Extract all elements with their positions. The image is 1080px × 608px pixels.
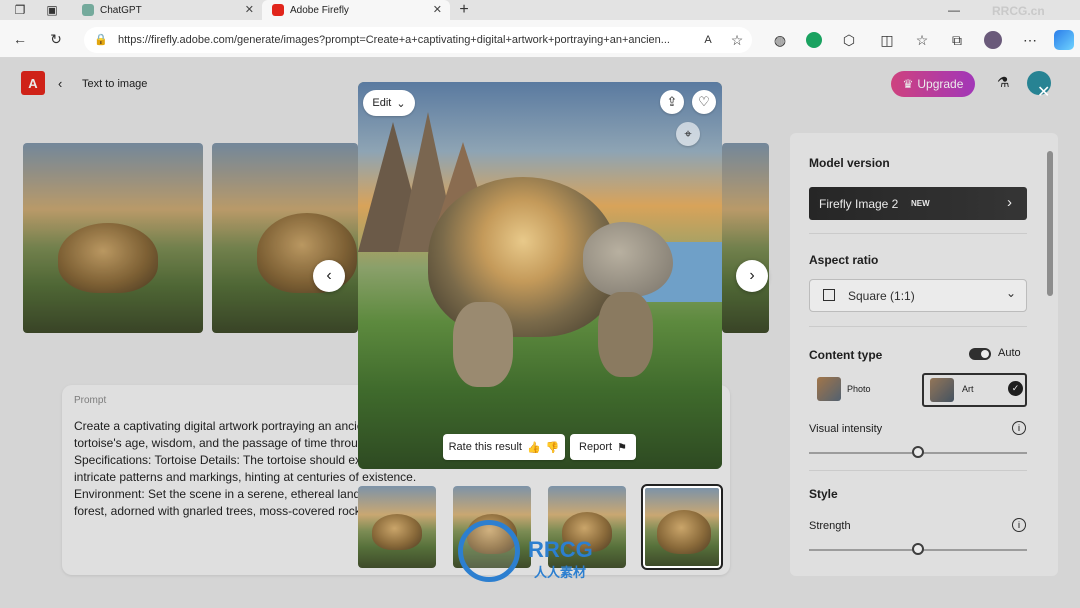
- thumbs-down-icon[interactable]: 👎: [546, 441, 560, 454]
- tab-bar: ❐ ▣ ChatGPT ✕ Adobe Firefly ✕ + — RRCG.c…: [0, 0, 1080, 20]
- tab-adobe-firefly[interactable]: Adobe Firefly ✕: [262, 0, 450, 20]
- share-icon[interactable]: ⇪: [660, 90, 684, 114]
- back-icon[interactable]: ←: [10, 29, 30, 49]
- heart-icon[interactable]: ♡: [692, 90, 716, 114]
- more-menu-icon[interactable]: ⋯: [1020, 30, 1040, 50]
- image-preview-modal: Edit ⌄ ⇪ ♡ ⌖ Rate this result 👍 👎 Report…: [358, 82, 722, 469]
- globe-icon[interactable]: ◍: [770, 30, 790, 50]
- workspaces-icon[interactable]: ❐: [10, 0, 30, 20]
- new-tab-icon[interactable]: +: [454, 0, 474, 20]
- chatgpt-icon: [82, 4, 94, 16]
- watermark-sub: 人人素材: [534, 565, 587, 580]
- watermark-logo-icon: [458, 520, 520, 582]
- edit-label: Edit: [372, 97, 392, 109]
- favorites-icon[interactable]: ☆: [912, 30, 932, 50]
- report-button[interactable]: Report ⚑: [570, 434, 636, 460]
- close-tab-icon[interactable]: ✕: [245, 3, 254, 16]
- favorite-star-icon[interactable]: ☆: [727, 30, 747, 50]
- url-text: https://firefly.adobe.com/generate/image…: [118, 34, 670, 46]
- chevron-down-icon: ⌄: [396, 97, 406, 110]
- thumbs-up-icon[interactable]: 👍: [527, 441, 541, 454]
- adobe-icon: [272, 4, 284, 16]
- lock-icon[interactable]: 🔒: [94, 33, 108, 46]
- close-modal-icon[interactable]: ✕: [1037, 82, 1050, 102]
- next-image-button[interactable]: ›: [736, 260, 768, 292]
- flag-icon: ⚑: [617, 441, 627, 454]
- read-aloud-icon[interactable]: A: [698, 30, 718, 50]
- watermark-brand: RRCG: [528, 537, 593, 562]
- generated-image[interactable]: [358, 82, 722, 469]
- extensions-icon[interactable]: ⬡: [839, 30, 859, 50]
- scan-icon[interactable]: ⌖: [676, 122, 700, 146]
- previous-image-button[interactable]: ‹: [313, 260, 345, 292]
- report-label: Report: [579, 441, 613, 453]
- tab-chatgpt[interactable]: ChatGPT ✕: [72, 0, 262, 20]
- variation-thumbnail-selected[interactable]: [641, 484, 723, 570]
- collections-icon[interactable]: ⧉: [947, 30, 967, 50]
- edit-button[interactable]: Edit ⌄: [363, 90, 415, 116]
- extension-green-icon[interactable]: [806, 32, 822, 48]
- refresh-icon[interactable]: ↻: [46, 29, 66, 49]
- url-field[interactable]: 🔒 https://firefly.adobe.com/generate/ima…: [84, 27, 752, 53]
- minimize-icon[interactable]: —: [944, 0, 964, 20]
- profile-avatar[interactable]: [984, 31, 1002, 49]
- rate-label: Rate this result: [448, 441, 522, 453]
- tab-actions-icon[interactable]: ▣: [42, 0, 62, 20]
- tab-label: Adobe Firefly: [290, 4, 349, 16]
- tab-label: ChatGPT: [100, 4, 142, 16]
- variation-thumbnail[interactable]: [358, 486, 436, 568]
- close-tab-icon[interactable]: ✕: [433, 3, 442, 16]
- split-screen-icon[interactable]: ◫: [877, 30, 897, 50]
- copilot-icon[interactable]: [1054, 30, 1074, 50]
- rate-result-bar: Rate this result 👍 👎: [443, 434, 565, 460]
- watermark-corner: RRCG.cn: [992, 4, 1045, 18]
